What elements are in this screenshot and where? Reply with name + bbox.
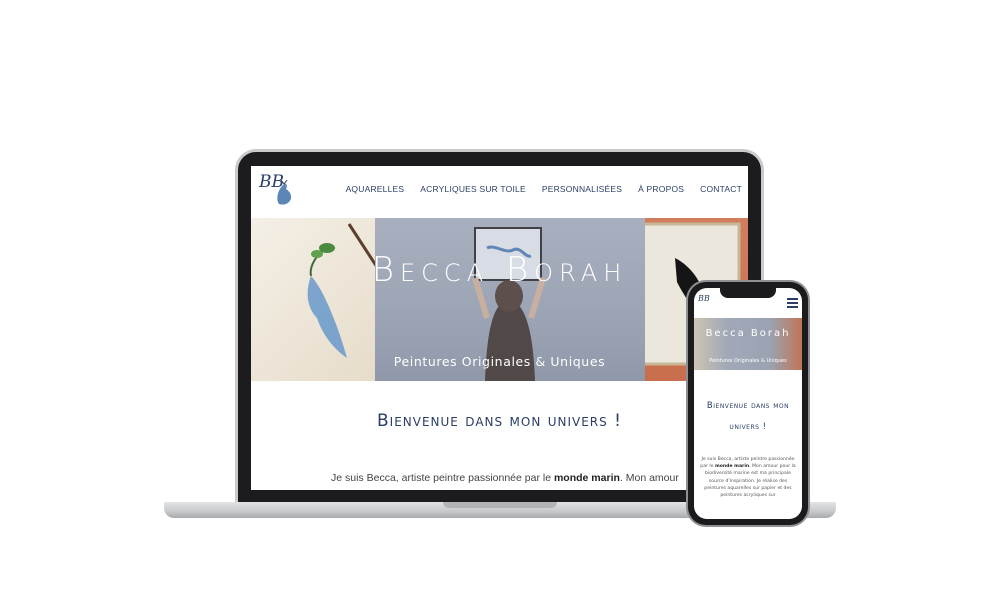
phone-hero-title: Becca Borah xyxy=(705,328,791,339)
intro-bold: monde marin xyxy=(553,472,620,484)
phone-hero: Becca Borah Peintures Originales & Uniqu… xyxy=(694,318,802,370)
laptop-trackpad-notch xyxy=(443,502,557,508)
nav-personnalisees[interactable]: PERSONNALISÉES xyxy=(542,184,622,194)
site-logo[interactable]: BB xyxy=(259,172,297,210)
nav-aquarelles[interactable]: AQUARELLES xyxy=(346,184,405,194)
phone-screen: BB Becca Borah Peintures Originales & Un… xyxy=(694,288,802,519)
site-header: BB AQUARELLES ACRYLIQUES SUR TOILE PERSO… xyxy=(251,166,748,218)
phone-notch xyxy=(720,288,776,298)
nav-contact[interactable]: CONTACT xyxy=(700,184,742,194)
phone-welcome-heading: Bienvenue dans mon univers ! xyxy=(706,401,790,432)
phone-intro-paragraph: Je suis Becca, artiste peintre passionné… xyxy=(700,456,796,499)
hero-title: Becca Borah xyxy=(371,250,628,290)
nav-a-propos[interactable]: À PROPOS xyxy=(638,184,684,194)
intro-paragraph: Je suis Becca, artiste peintre passionné… xyxy=(331,472,748,484)
intro-text-end: . Mon amour xyxy=(619,472,679,484)
phone-logo[interactable]: BB xyxy=(698,294,710,303)
laptop-screen: BB AQUARELLES ACRYLIQUES SUR TOILE PERSO… xyxy=(251,166,748,490)
phone-hero-subtitle: Peintures Originales & Uniques xyxy=(709,358,787,364)
intro-text: Je suis Becca, artiste peintre passionné… xyxy=(331,472,554,484)
phone-intro-bold: monde marin xyxy=(714,464,750,470)
hero-banner: Becca Borah Peintures Originales & Uniqu… xyxy=(251,218,748,381)
whale-logo-icon xyxy=(277,180,292,205)
hero-subtitle: Peintures Originales & Uniques xyxy=(393,354,606,369)
hamburger-menu-icon[interactable] xyxy=(787,298,798,310)
welcome-heading: Bienvenue dans mon univers ! xyxy=(377,411,622,431)
main-nav: AQUARELLES ACRYLIQUES SUR TOILE PERSONNA… xyxy=(346,184,742,194)
nav-acryliques[interactable]: ACRYLIQUES SUR TOILE xyxy=(420,184,526,194)
phone-intro-text-end: . Mon amour pour la biodiversité marine … xyxy=(704,464,796,499)
